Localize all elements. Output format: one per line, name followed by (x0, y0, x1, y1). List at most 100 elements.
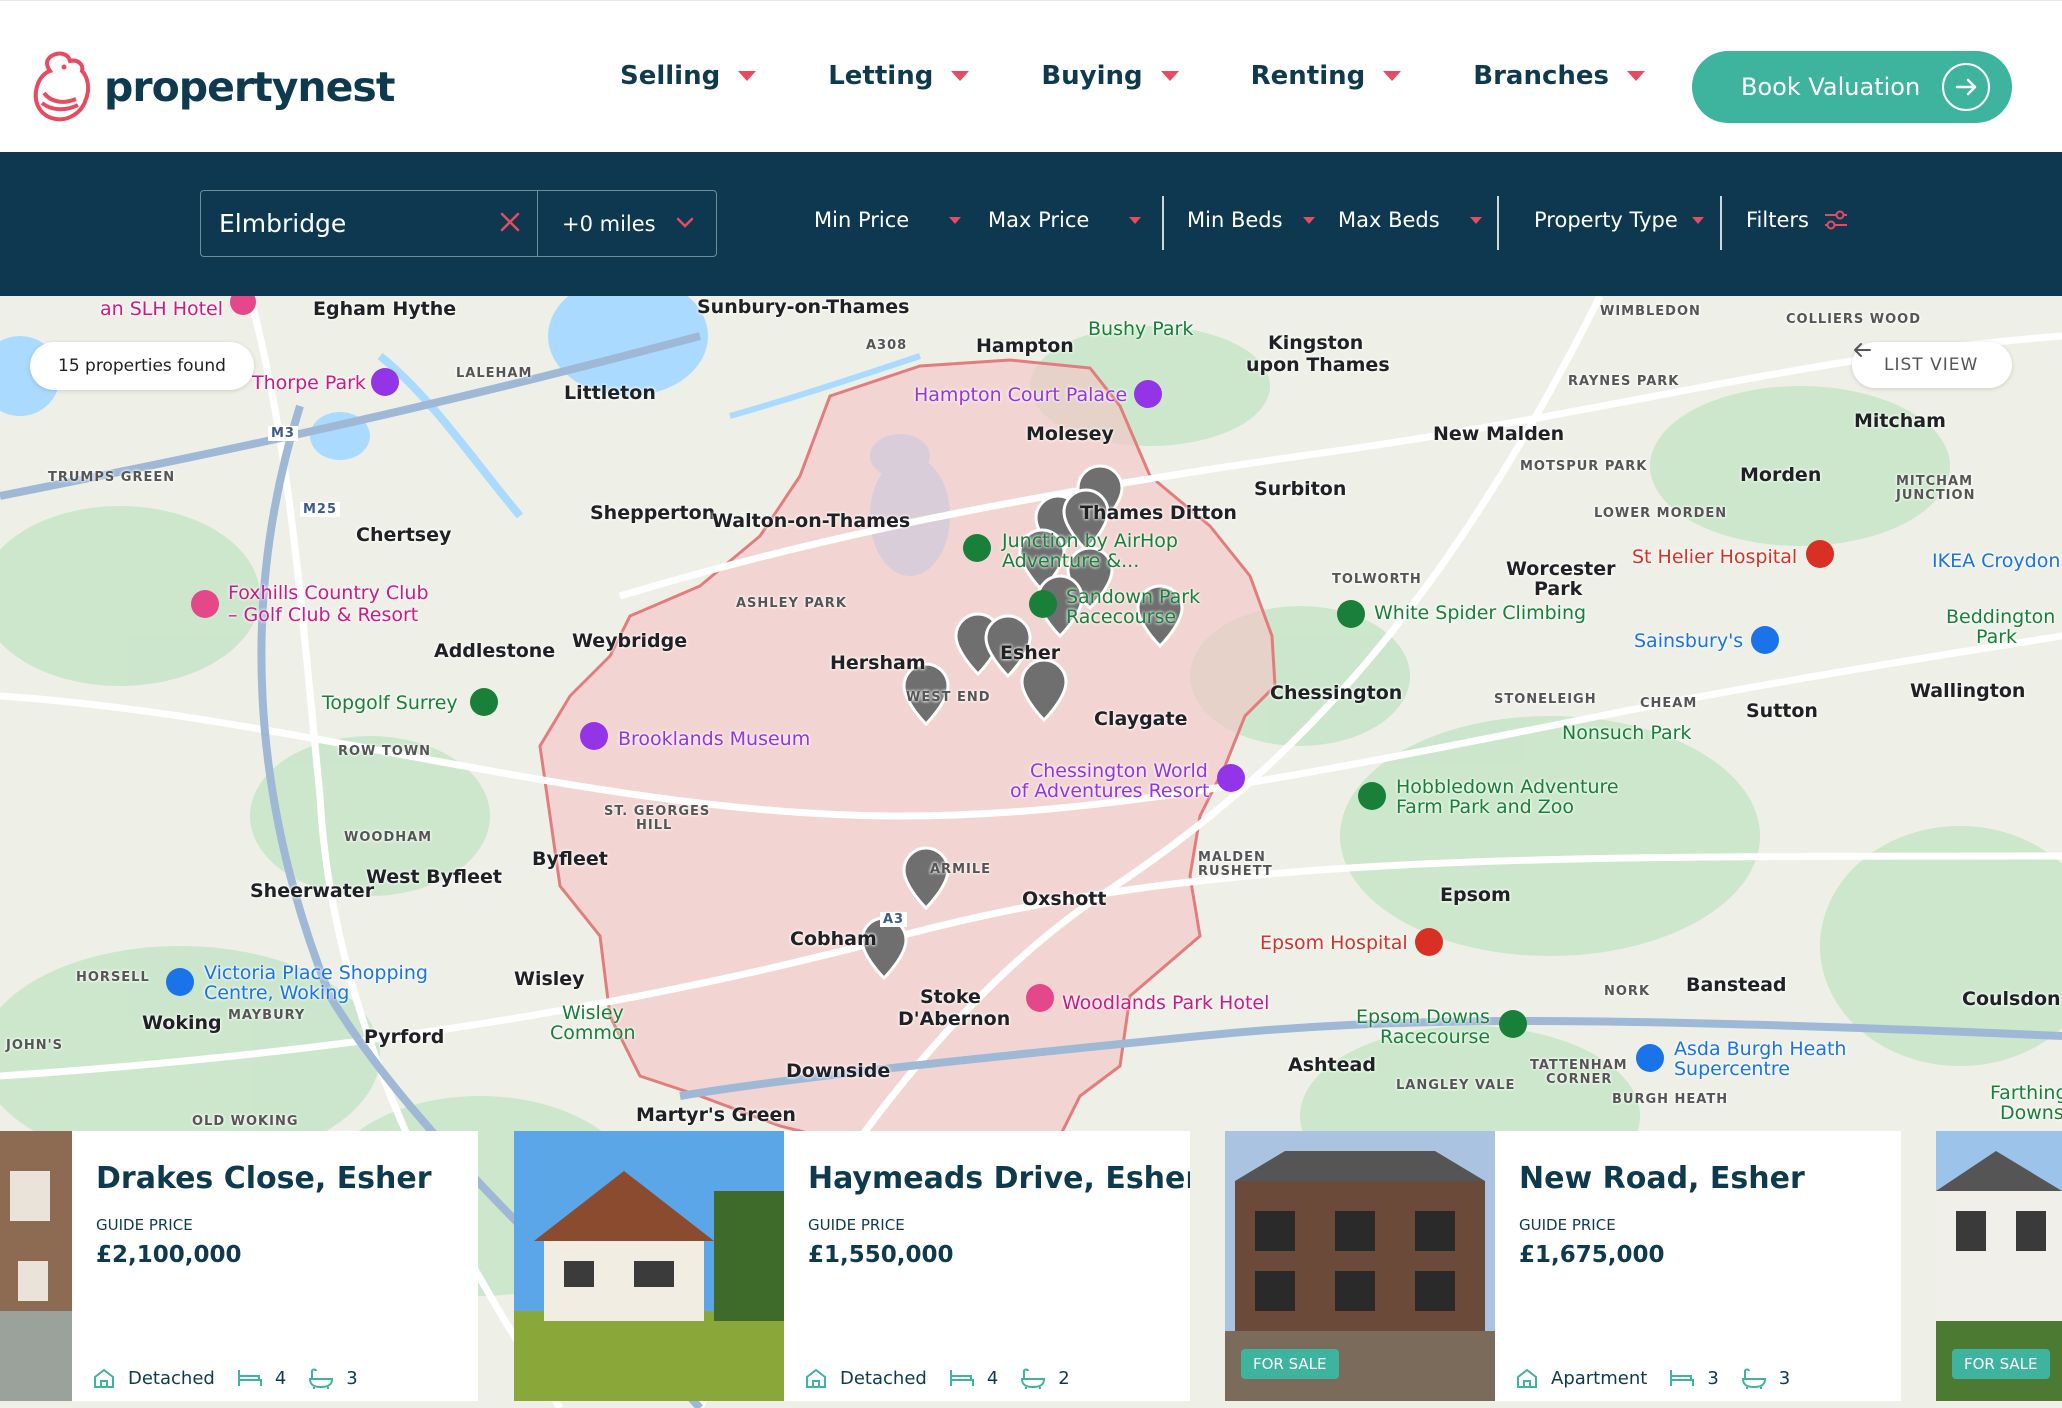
bedrooms-value: 4 (986, 1367, 999, 1389)
card-title: New Road, Esher (1519, 1161, 1805, 1196)
nav-branches-label: Branches (1473, 61, 1609, 91)
caret-down-icon (949, 216, 962, 224)
map-label: Claygate (1094, 708, 1188, 730)
map-label: Chessington World (1030, 760, 1208, 782)
house-icon (94, 1368, 114, 1388)
map-label: MAYBURY (228, 1008, 306, 1023)
map-label: Sainsbury's (1634, 630, 1744, 652)
map-label: Pyrford (364, 1026, 445, 1048)
map-label: Wisley (562, 1002, 624, 1024)
caret-down-icon (1691, 216, 1704, 224)
list-view-button[interactable]: LIST VIEW (1852, 342, 2012, 388)
map-label: Egham Hythe (313, 298, 457, 320)
property-card[interactable]: Haymeads Drive, Esher GUIDE PRICE £1,550… (514, 1131, 1190, 1401)
map-label: St Helier Hospital (1632, 546, 1798, 568)
map-label: Mitcham (1854, 410, 1946, 432)
filters-button[interactable]: Filters (1746, 208, 1849, 232)
map-label: Byfleet (532, 848, 608, 870)
map-label: Woking (142, 1012, 222, 1034)
for-sale-badge: FOR SALE (1952, 1349, 2050, 1379)
map-label: Martyr's Green (636, 1104, 796, 1126)
map-label: Hampton (976, 335, 1074, 357)
map-label: TRUMPS GREEN (48, 470, 176, 485)
map-label: Esher (1000, 642, 1061, 664)
min-price-label: Min Price (814, 208, 910, 232)
main-nav: Selling Letting Buying Renting Branches (620, 61, 1717, 91)
bathrooms-value: 3 (1778, 1367, 1791, 1389)
book-valuation-button[interactable]: Book Valuation (1692, 51, 2012, 123)
bedrooms: 3 (1669, 1368, 1719, 1389)
map-label: Wallington (1910, 680, 2026, 702)
map-label: ARMILE (930, 862, 992, 877)
nav-selling[interactable]: Selling (620, 61, 757, 91)
min-price-select[interactable]: Min Price (814, 208, 962, 232)
map-label: Centre, Woking (204, 982, 350, 1004)
map-label: Chessington (1270, 682, 1403, 704)
nav-branches[interactable]: Branches (1473, 61, 1645, 91)
map-label: LALEHAM (456, 366, 533, 381)
map-label: upon Thames (1246, 354, 1390, 376)
property-photo: FOR SALE (1936, 1131, 2062, 1401)
property-card[interactable]: FOR SALE New Road, Esher GUIDE PRICE £1,… (1225, 1131, 1901, 1401)
map-label: of Adventures Resort (1010, 780, 1210, 802)
map-label: White Spider Climbing (1374, 602, 1587, 624)
results-count: 15 properties found (58, 356, 226, 376)
divider (1720, 196, 1722, 250)
app-root: propertynest Selling Letting Buying Rent… (0, 0, 2062, 1408)
map-label: WIMBLEDON (1600, 304, 1701, 319)
property-card[interactable]: FOR SALE (1936, 1131, 2062, 1401)
for-sale-badge: FOR SALE (1241, 1349, 1339, 1379)
max-beds-label: Max Beds (1338, 208, 1440, 232)
map-label: NORK (1604, 984, 1651, 999)
map-label: an SLH Hotel (100, 298, 224, 320)
map-label: Farm Park and Zoo (1396, 796, 1575, 818)
card-price: £2,100,000 (96, 1242, 242, 1268)
card-body: New Road, Esher GUIDE PRICE £1,675,000 A… (1495, 1131, 1901, 1401)
map-label: Cobham (790, 928, 877, 950)
caret-down-icon (1129, 216, 1142, 224)
map-label: Ashtead (1288, 1054, 1376, 1076)
map-label: Farthing (1990, 1082, 2062, 1104)
road-shield: M3 (268, 426, 298, 441)
card-meta: Apartment 3 3 (1515, 1367, 1812, 1389)
chevron-down-icon (676, 217, 694, 228)
clear-icon[interactable] (499, 211, 521, 233)
house-icon (806, 1368, 826, 1388)
radius-value: +0 miles (562, 211, 656, 236)
arrow-left-icon (1854, 343, 1871, 357)
house-icon (1517, 1368, 1537, 1388)
map-label: Banstead (1686, 974, 1787, 996)
guide-price-label: GUIDE PRICE (96, 1216, 193, 1234)
bedrooms-value: 4 (274, 1367, 287, 1389)
nav-letting[interactable]: Letting (828, 61, 970, 91)
map-label: Stoke (920, 986, 981, 1008)
map-label: Downs (2000, 1102, 2062, 1124)
radius-select[interactable]: +0 miles (537, 190, 717, 257)
map-label: WEST END (906, 690, 991, 705)
nav-renting[interactable]: Renting (1251, 61, 1402, 91)
divider (1162, 196, 1164, 250)
property-type-select[interactable]: Property Type (1534, 208, 1704, 232)
caret-down-icon (951, 71, 970, 81)
caret-down-icon (1302, 216, 1315, 224)
property-card[interactable]: Drakes Close, Esher GUIDE PRICE £2,100,0… (0, 1131, 478, 1401)
map-label: STONELEIGH (1494, 692, 1597, 707)
map-label: Molesey (1026, 423, 1114, 445)
location-search-input[interactable] (219, 209, 489, 238)
search-filter-bar: +0 miles Min Price Max Price Min Beds Ma… (0, 152, 2062, 296)
property-photo (514, 1131, 784, 1401)
bathrooms-value: 3 (346, 1367, 358, 1389)
card-meta: Detached 4 2 (804, 1367, 1092, 1389)
map-label: HORSELL (76, 970, 150, 985)
logo[interactable]: propertynest (30, 49, 395, 125)
max-price-select[interactable]: Max Price (988, 208, 1142, 232)
nav-buying[interactable]: Buying (1041, 61, 1179, 91)
property-type-value: Detached (128, 1367, 215, 1389)
min-beds-select[interactable]: Min Beds (1187, 208, 1315, 232)
max-beds-select[interactable]: Max Beds (1338, 208, 1482, 232)
list-view-label: LIST VIEW (1884, 355, 1979, 375)
map-label: West Byfleet (366, 866, 502, 888)
bath-icon (1741, 1368, 1766, 1389)
arrow-right-icon (1942, 63, 1990, 111)
map-label: Thorpe Park (252, 372, 366, 394)
